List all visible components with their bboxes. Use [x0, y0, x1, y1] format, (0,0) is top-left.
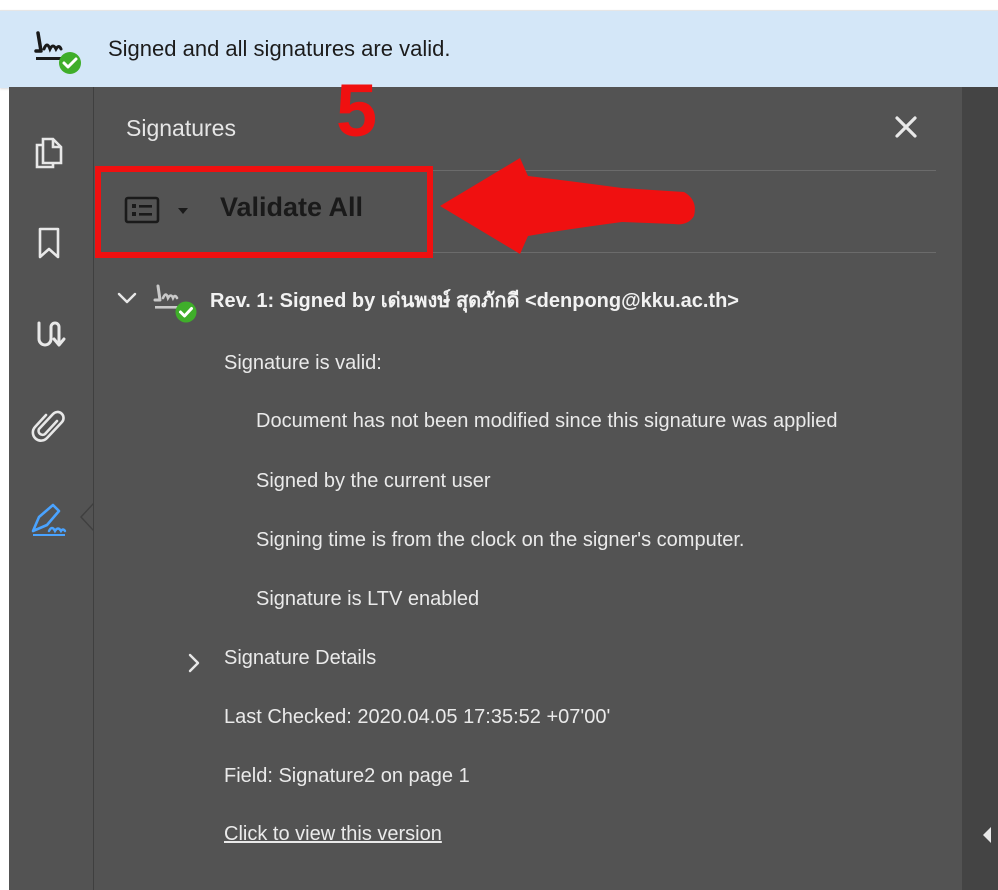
bookmark-icon[interactable]: [27, 221, 71, 265]
active-tool-pointer-inner: [82, 505, 93, 529]
signature-valid-icon: [153, 284, 197, 323]
acrobat-screen: Signed and all signatures are valid. Sig…: [0, 0, 998, 890]
signature-status-heading: Signature is valid:: [224, 352, 382, 374]
signature-valid-icon: [34, 31, 81, 74]
annotation-highlight-box: [95, 166, 433, 258]
status-detail: Signed by the current user: [256, 470, 491, 492]
chevron-right-icon[interactable]: [186, 652, 202, 674]
revision-title[interactable]: Rev. 1: Signed by เด่นพงษ์ สุดภักดี <den…: [210, 284, 739, 316]
status-detail: Signing time is from the clock on the si…: [256, 529, 745, 551]
copy-pages-icon[interactable]: [27, 131, 71, 175]
signature-status-bar: Signed and all signatures are valid.: [0, 10, 998, 88]
close-icon[interactable]: [891, 112, 921, 142]
signature-field: Field: Signature2 on page 1: [224, 765, 470, 787]
collapse-arrow-icon[interactable]: [980, 825, 994, 845]
attachment-icon[interactable]: [27, 405, 71, 449]
status-detail: Document has not been modified since thi…: [256, 410, 838, 432]
signature-pen-icon[interactable]: [27, 497, 71, 541]
signature-status-message: Signed and all signatures are valid.: [108, 36, 451, 61]
annotation-step-number: 5: [336, 69, 378, 152]
order-icon[interactable]: [27, 313, 71, 357]
view-version-link[interactable]: Click to view this version: [224, 823, 442, 846]
right-pane-strip: [962, 87, 998, 890]
annotation-arrow-icon: [440, 158, 695, 254]
left-navigation-rail: [9, 87, 94, 890]
last-checked: Last Checked: 2020.04.05 17:35:52 +07'00…: [224, 706, 611, 728]
panel-title: Signatures: [126, 115, 236, 141]
signature-details-toggle[interactable]: Signature Details: [224, 647, 376, 670]
chevron-down-icon[interactable]: [116, 290, 138, 306]
status-detail: Signature is LTV enabled: [256, 588, 480, 610]
